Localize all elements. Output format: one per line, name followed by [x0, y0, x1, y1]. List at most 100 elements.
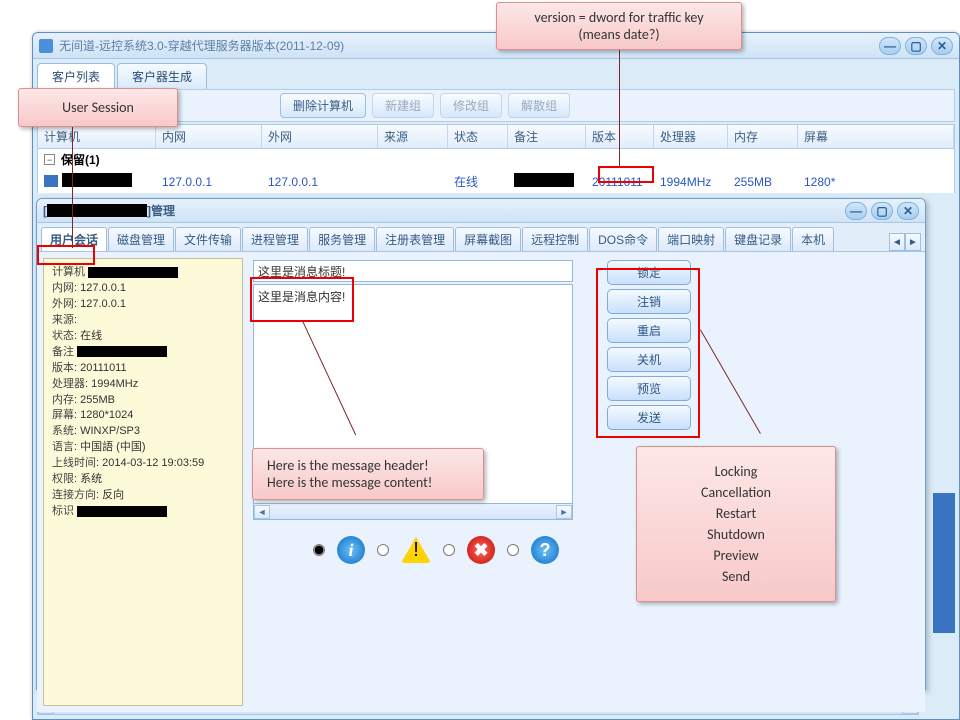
info-label: 版本 — [52, 362, 74, 374]
info-label: 标识 — [52, 505, 74, 517]
cell-extranet: 127.0.0.1 — [262, 173, 378, 191]
tree-collapse-icon[interactable]: − — [44, 154, 55, 165]
shutdown-button[interactable]: 关机 — [607, 347, 691, 372]
restart-button[interactable]: 重启 — [607, 318, 691, 343]
info-value: : 在线 — [74, 330, 102, 342]
tab-keylog[interactable]: 键盘记录 — [725, 227, 791, 251]
sub-minimize-button[interactable]: — — [845, 202, 867, 220]
info-value: : 127.0.0.1 — [74, 282, 126, 294]
annotation-msg-translate: Here is the message header! Here is the … — [252, 448, 484, 500]
info-value: : 127.0.0.1 — [74, 298, 126, 310]
cell-source — [378, 180, 448, 184]
sub-titlebar: [ ]管理 — ▢ ✕ — [37, 199, 925, 223]
tab-process-mgmt[interactable]: 进程管理 — [242, 227, 308, 251]
message-header-input[interactable] — [253, 260, 573, 282]
tabs-scroll-left-icon[interactable]: ◄ — [889, 233, 905, 251]
tab-client-list[interactable]: 客户列表 — [37, 63, 115, 89]
col-intranet[interactable]: 内网 — [156, 125, 262, 148]
tabs-scroll-right-icon[interactable]: ► — [905, 233, 921, 251]
info-value: : 1994MHz — [85, 378, 138, 390]
close-button[interactable]: ✕ — [931, 37, 953, 55]
col-memory[interactable]: 内存 — [728, 125, 798, 148]
cell-screen: 1280* — [798, 173, 954, 191]
annotation-text: version = dword for traffic key — [511, 9, 727, 26]
action-buttons: 锁定 注销 重启 关机 预览 发送 — [607, 260, 691, 430]
annotation-version: version = dword for traffic key (means d… — [496, 2, 742, 50]
info-value: : 2014-03-12 19:03:59 — [96, 457, 204, 469]
col-source[interactable]: 来源 — [378, 125, 448, 148]
tab-screenshot[interactable]: 屏幕截图 — [455, 227, 521, 251]
annotation-user-session: User Session — [18, 88, 178, 127]
annotation-text: Here is the message content! — [267, 474, 469, 491]
sub-title-suffix: ]管理 — [147, 202, 175, 219]
info-value: : 反向 — [96, 489, 124, 501]
tree-group-row[interactable]: − 保留(1) — [38, 149, 954, 170]
annotation-text: User Session — [62, 99, 134, 116]
tab-registry-mgmt[interactable]: 注册表管理 — [376, 227, 454, 251]
main-tabs: 客户列表 客户器生成 — [37, 63, 959, 89]
col-extranet[interactable]: 外网 — [262, 125, 378, 148]
col-computer[interactable]: 计算机 — [38, 125, 156, 148]
logout-button[interactable]: 注销 — [607, 289, 691, 314]
sub-window: [ ]管理 — ▢ ✕ 用户会话 磁盘管理 文件传输 进程管理 服务管理 注册表… — [36, 198, 926, 690]
minimize-button[interactable]: — — [879, 37, 901, 55]
radio-help[interactable] — [507, 544, 519, 556]
tab-local[interactable]: 本机 — [792, 227, 834, 251]
tab-port-map[interactable]: 端口映射 — [658, 227, 724, 251]
lock-button[interactable]: 锁定 — [607, 260, 691, 285]
col-cpu[interactable]: 处理器 — [654, 125, 728, 148]
tab-client-gen[interactable]: 客户器生成 — [117, 63, 207, 89]
redacted — [88, 267, 178, 278]
col-remark[interactable]: 备注 — [508, 125, 586, 148]
scroll-right-icon[interactable]: ► — [556, 505, 572, 519]
maximize-button[interactable]: ▢ — [905, 37, 927, 55]
annotation-text: Restart — [647, 503, 825, 524]
new-group-button[interactable]: 新建组 — [372, 93, 434, 118]
warning-icon: ! — [401, 537, 431, 563]
radio-info[interactable] — [313, 544, 325, 556]
tab-file-transfer[interactable]: 文件传输 — [175, 227, 241, 251]
table-row[interactable]: 127.0.0.1 127.0.0.1 在线 20111011 1994MHz … — [38, 170, 954, 193]
cell-memory: 255MB — [728, 173, 798, 191]
annotation-line — [72, 122, 73, 248]
sub-tabs: 用户会话 磁盘管理 文件传输 进程管理 服务管理 注册表管理 屏幕截图 远程控制… — [37, 223, 925, 252]
annotation-text: Shutdown — [647, 524, 825, 545]
tab-remote-control[interactable]: 远程控制 — [522, 227, 588, 251]
info-label: 权限 — [52, 473, 74, 485]
radio-warn[interactable] — [377, 544, 389, 556]
tab-disk-mgmt[interactable]: 磁盘管理 — [108, 227, 174, 251]
sub-maximize-button[interactable]: ▢ — [871, 202, 893, 220]
info-value: : 255MB — [74, 394, 115, 406]
tab-user-session[interactable]: 用户会话 — [41, 227, 107, 251]
tab-service-mgmt[interactable]: 服务管理 — [309, 227, 375, 251]
col-status[interactable]: 状态 — [448, 125, 508, 148]
col-screen[interactable]: 屏幕 — [798, 125, 954, 148]
message-scrollbar[interactable]: ◄ ► — [253, 504, 573, 520]
redacted — [77, 346, 167, 357]
annotation-text: Send — [647, 566, 825, 587]
delete-pc-button[interactable]: 删除计算机 — [280, 93, 366, 118]
info-label: 处理器 — [52, 378, 85, 390]
info-label: 语言 — [52, 441, 74, 453]
info-label: 备注 — [52, 346, 74, 358]
row-icon — [44, 175, 58, 187]
radio-error[interactable] — [443, 544, 455, 556]
redacted — [47, 204, 147, 217]
dissolve-group-button[interactable]: 解散组 — [508, 93, 570, 118]
redacted — [514, 173, 574, 187]
cell-cpu: 1994MHz — [654, 173, 728, 191]
modify-group-button[interactable]: 修改组 — [440, 93, 502, 118]
info-label: 系统 — [52, 425, 74, 437]
message-body-text: 这里是消息内容! — [258, 290, 345, 304]
right-strip — [933, 493, 955, 633]
preview-button[interactable]: 预览 — [607, 376, 691, 401]
sub-close-button[interactable]: ✕ — [897, 202, 919, 220]
send-button[interactable]: 发送 — [607, 405, 691, 430]
cell-intranet: 127.0.0.1 — [156, 173, 262, 191]
scroll-left-icon[interactable]: ◄ — [254, 505, 270, 519]
annotation-line — [619, 44, 620, 166]
tab-dos-cmd[interactable]: DOS命令 — [589, 227, 657, 251]
col-version[interactable]: 版本 — [586, 125, 654, 148]
info-value: : WINXP/SP3 — [74, 425, 140, 437]
info-label: 屏幕 — [52, 409, 74, 421]
